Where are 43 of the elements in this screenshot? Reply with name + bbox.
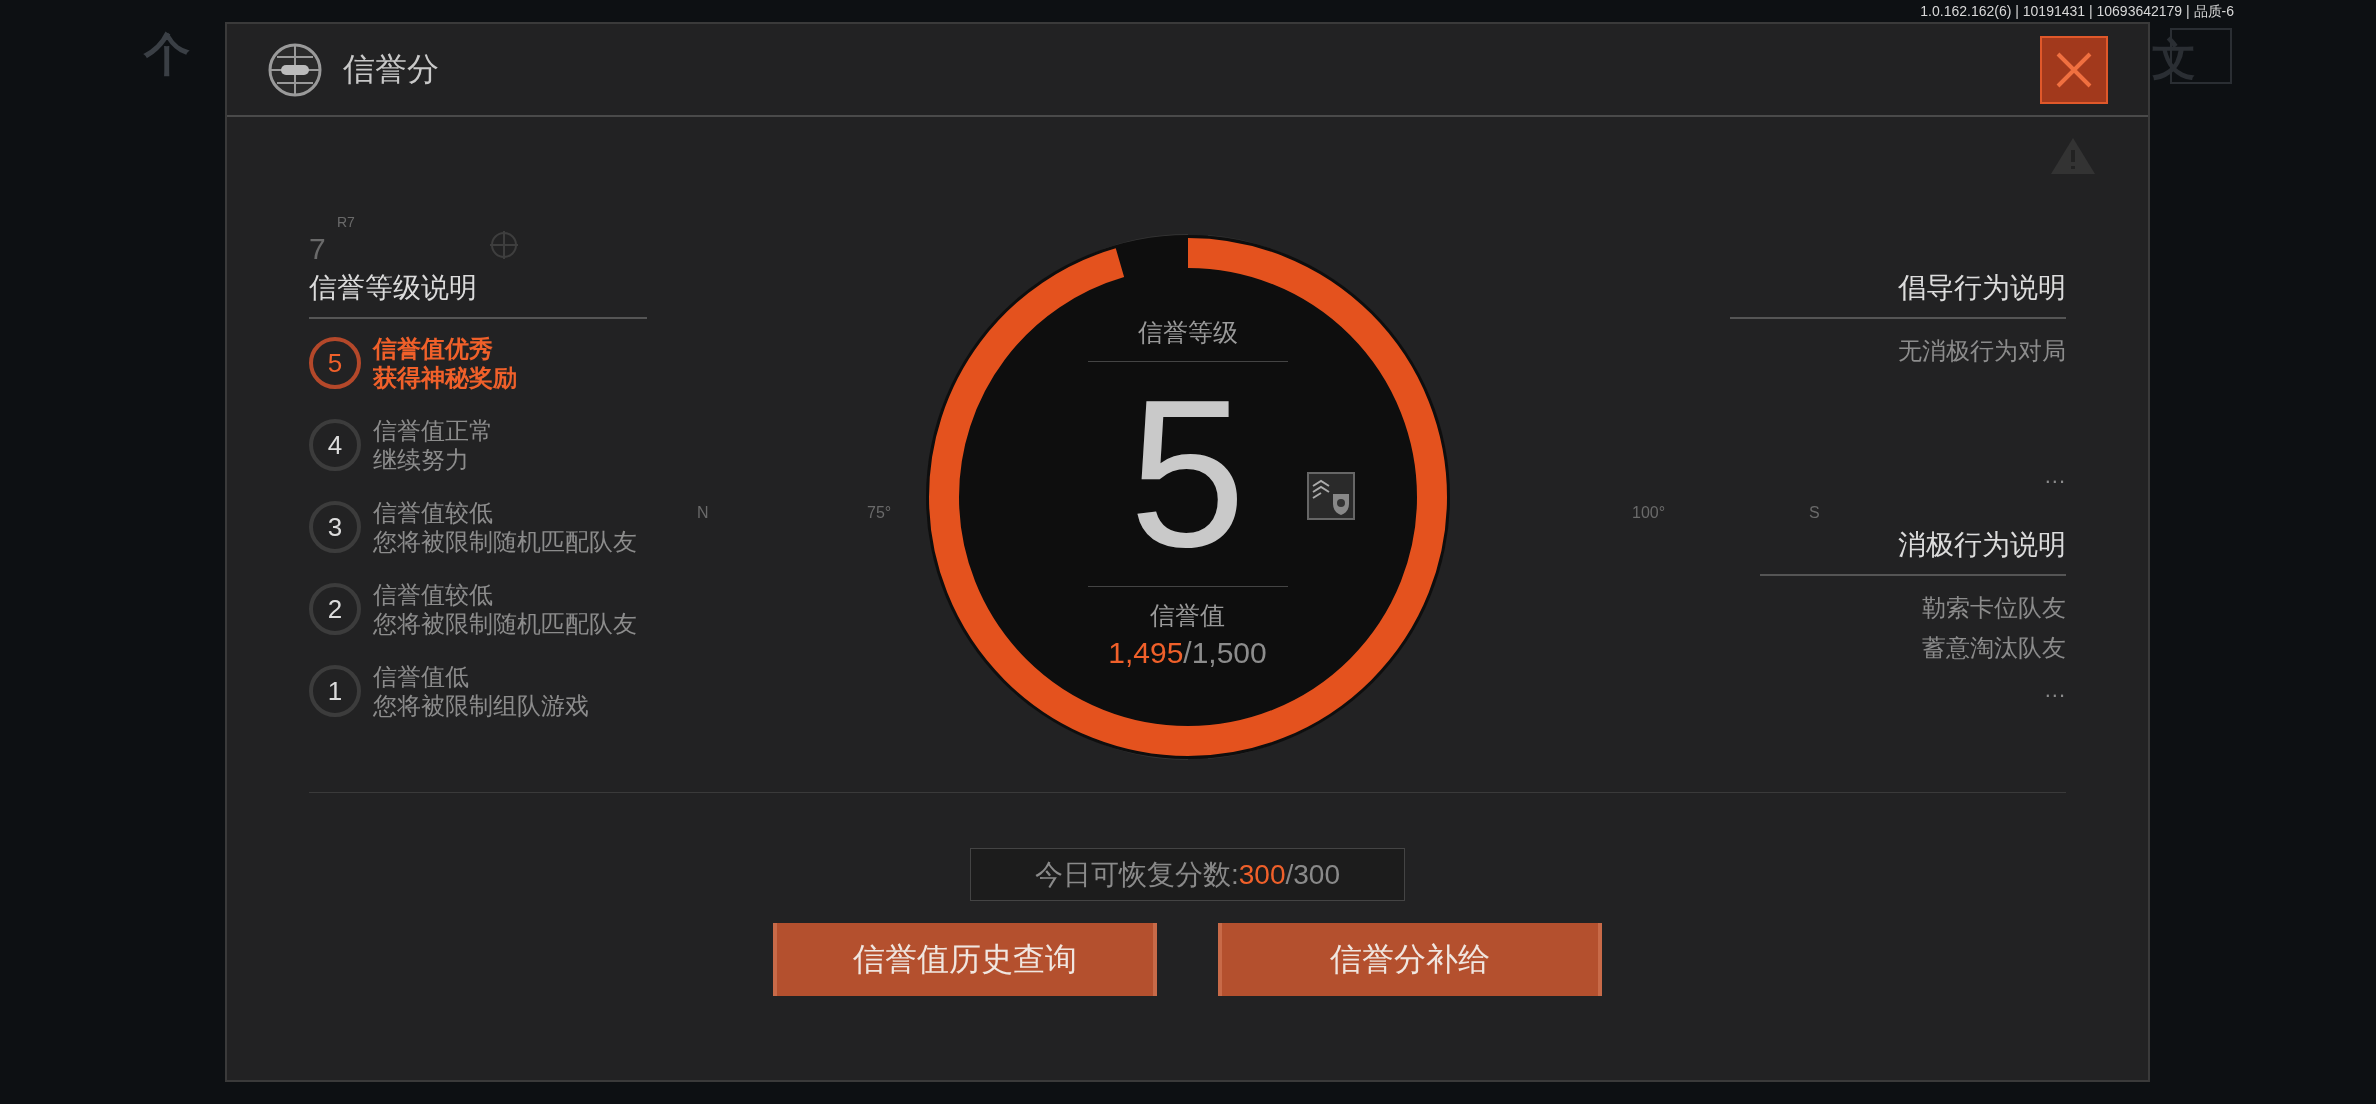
level-title: 信誉值优秀 <box>373 334 494 363</box>
level-badge: 4 <box>309 419 361 471</box>
behavior-item: 蓄意淘汰队友 <box>1922 633 2066 663</box>
level-badge: 3 <box>309 501 361 553</box>
level-description: 您将被限制随机匹配队友 <box>373 609 637 638</box>
section-heading: 消极行为说明 <box>1760 526 2066 576</box>
level-badge: 5 <box>309 337 361 389</box>
history-button[interactable]: 信誉值历史查询 <box>773 923 1157 996</box>
background-marking: 7 <box>309 232 326 266</box>
background-marking: N <box>697 504 709 522</box>
background-marking: R7 <box>337 214 355 230</box>
level-description: 您将被限制随机匹配队友 <box>373 527 637 556</box>
credit-grade: 5 <box>1129 374 1246 574</box>
behavior-item: 无消极行为对局 <box>1898 336 2066 366</box>
more-indicator: ... <box>2044 466 2066 486</box>
crosshair-icon <box>489 230 519 260</box>
level-title: 信誉值正常 <box>373 416 493 445</box>
behavior-item: 勒索卡位队友 <box>1922 593 2066 623</box>
background-marking: S <box>1809 504 1820 522</box>
close-icon <box>2054 50 2094 90</box>
level-badge: 2 <box>309 583 361 635</box>
level-description: 获得神秘奖励 <box>373 363 517 392</box>
background-marking: 100° <box>1632 504 1666 522</box>
shield-icon <box>1306 472 1355 520</box>
recovery-count: 今日可恢复分数:300/300 <box>970 848 1405 901</box>
background-marking: 75° <box>867 504 892 522</box>
globe-icon <box>267 41 323 98</box>
level-description: 您将被限制组队游戏 <box>373 691 589 720</box>
section-heading: 信誉等级说明 <box>309 269 647 319</box>
dialog-title: 信誉分 <box>343 49 439 89</box>
level-title: 信誉值较低 <box>373 498 494 527</box>
supply-button[interactable]: 信誉分补给 <box>1218 923 1602 996</box>
level-badge: 1 <box>309 665 361 717</box>
section-heading: 倡导行为说明 <box>1730 269 2066 319</box>
score-label: 信誉值 <box>1150 600 1225 631</box>
level-description: 继续努力 <box>373 445 470 474</box>
more-indicator: ... <box>2044 680 2066 700</box>
credit-score: 1,495/1,500 <box>1108 636 1267 670</box>
gauge-label: 信誉等级 <box>1137 317 1238 348</box>
level-title: 信誉值低 <box>373 662 470 691</box>
close-button[interactable] <box>2040 36 2108 104</box>
version-text: 1.0.162.162(6) | 10191431 | 10693642179 | 品质-6 <box>1920 3 2234 21</box>
level-title: 信誉值较低 <box>373 580 494 609</box>
